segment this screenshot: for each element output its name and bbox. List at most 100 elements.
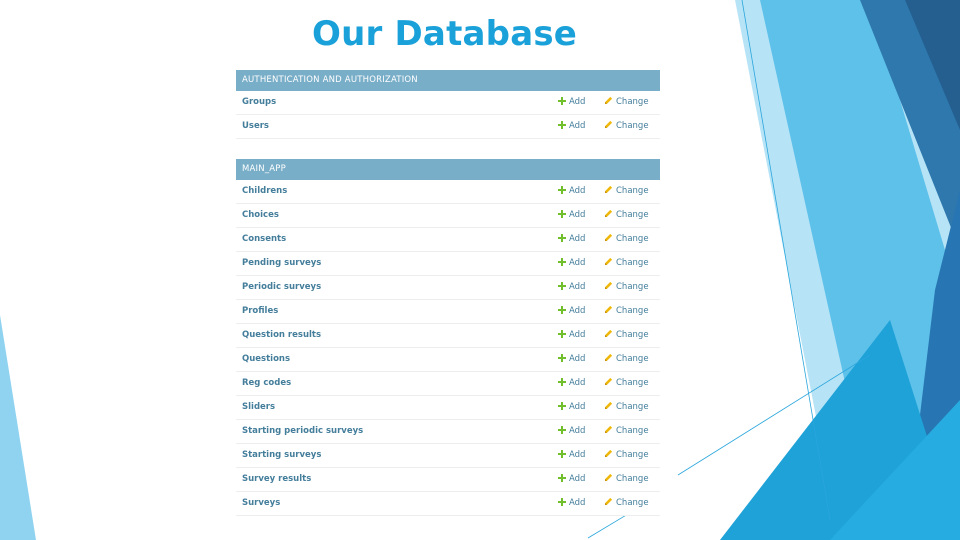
table-row: Choices Add Change (236, 204, 660, 228)
add-label: Add (569, 97, 586, 107)
model-link[interactable]: Consents (242, 228, 286, 251)
plus-icon (558, 186, 566, 194)
left-edge-shape (0, 315, 36, 540)
change-link[interactable]: Change (604, 180, 649, 203)
model-link[interactable]: Users (242, 115, 269, 138)
pencil-icon (604, 181, 613, 194)
add-link[interactable]: Add (558, 420, 585, 443)
add-label: Add (569, 306, 586, 316)
plus-icon (558, 378, 566, 386)
add-link[interactable]: Add (558, 444, 585, 467)
model-link[interactable]: Sliders (242, 396, 275, 419)
plus-icon (558, 258, 566, 266)
add-label: Add (569, 210, 586, 220)
table-row: Sliders Add Change (236, 396, 660, 420)
change-link[interactable]: Change (604, 372, 649, 395)
change-link[interactable]: Change (604, 91, 649, 114)
change-label: Change (616, 330, 649, 340)
add-link[interactable]: Add (558, 252, 585, 275)
change-link[interactable]: Change (604, 492, 649, 515)
pencil-icon (604, 301, 613, 314)
change-label: Change (616, 450, 649, 460)
admin-module: MAIN_APP Childrens Add Change Choices Add Chan… (236, 159, 660, 516)
pencil-icon (604, 92, 613, 105)
add-link[interactable]: Add (558, 348, 585, 371)
plus-icon (558, 450, 566, 458)
table-row: Starting surveys Add Change (236, 444, 660, 468)
change-link[interactable]: Change (604, 324, 649, 347)
model-link[interactable]: Choices (242, 204, 279, 227)
add-link[interactable]: Add (558, 468, 585, 491)
table-row: Survey results Add Change (236, 468, 660, 492)
model-link[interactable]: Starting surveys (242, 444, 321, 467)
change-link[interactable]: Change (604, 468, 649, 491)
model-link[interactable]: Question results (242, 324, 321, 347)
table-row: Profiles Add Change (236, 300, 660, 324)
model-link[interactable]: Surveys (242, 492, 280, 515)
change-label: Change (616, 426, 649, 436)
model-link[interactable]: Questions (242, 348, 290, 371)
change-label: Change (616, 354, 649, 364)
add-link[interactable]: Add (558, 324, 585, 347)
add-link[interactable]: Add (558, 180, 585, 203)
add-label: Add (569, 234, 586, 244)
change-link[interactable]: Change (604, 396, 649, 419)
plus-icon (558, 498, 566, 506)
model-link[interactable]: Starting periodic surveys (242, 420, 363, 443)
table-row: Consents Add Change (236, 228, 660, 252)
add-link[interactable]: Add (558, 396, 585, 419)
admin-module: AUTHENTICATION AND AUTHORIZATION Groups Ad… (236, 70, 660, 139)
change-link[interactable]: Change (604, 348, 649, 371)
add-link[interactable]: Add (558, 115, 585, 138)
pencil-icon (604, 397, 613, 410)
add-link[interactable]: Add (558, 91, 585, 114)
module-header[interactable]: MAIN_APP (236, 159, 660, 180)
add-link[interactable]: Add (558, 300, 585, 323)
add-label: Add (569, 186, 586, 196)
change-link[interactable]: Change (604, 252, 649, 275)
pencil-icon (604, 253, 613, 266)
change-link[interactable]: Change (604, 276, 649, 299)
plus-icon (558, 234, 566, 242)
change-link[interactable]: Change (604, 444, 649, 467)
add-label: Add (569, 402, 586, 412)
change-link[interactable]: Change (604, 228, 649, 251)
pencil-icon (604, 421, 613, 434)
change-label: Change (616, 282, 649, 292)
pencil-icon (604, 493, 613, 506)
model-link[interactable]: Pending surveys (242, 252, 321, 275)
add-label: Add (569, 498, 586, 508)
change-label: Change (616, 121, 649, 131)
model-link[interactable]: Childrens (242, 180, 287, 203)
add-link[interactable]: Add (558, 204, 585, 227)
pencil-icon (604, 445, 613, 458)
model-link[interactable]: Reg codes (242, 372, 291, 395)
table-row: Question results Add Change (236, 324, 660, 348)
change-link[interactable]: Change (604, 204, 649, 227)
module-header[interactable]: AUTHENTICATION AND AUTHORIZATION (236, 70, 660, 91)
pencil-icon (604, 229, 613, 242)
add-link[interactable]: Add (558, 492, 585, 515)
add-label: Add (569, 426, 586, 436)
table-row: Starting periodic surveys Add Change (236, 420, 660, 444)
model-link[interactable]: Profiles (242, 300, 278, 323)
model-link[interactable]: Periodic surveys (242, 276, 321, 299)
add-link[interactable]: Add (558, 372, 585, 395)
admin-app-list: AUTHENTICATION AND AUTHORIZATION Groups Ad… (236, 70, 660, 516)
add-label: Add (569, 282, 586, 292)
model-link[interactable]: Survey results (242, 468, 311, 491)
add-link[interactable]: Add (558, 228, 585, 251)
change-link[interactable]: Change (604, 115, 649, 138)
change-label: Change (616, 402, 649, 412)
change-link[interactable]: Change (604, 300, 649, 323)
plus-icon (558, 306, 566, 314)
plus-icon (558, 97, 566, 105)
change-link[interactable]: Change (604, 420, 649, 443)
add-label: Add (569, 378, 586, 388)
table-row: Groups Add Change (236, 91, 660, 115)
add-label: Add (569, 354, 586, 364)
model-link[interactable]: Groups (242, 91, 276, 114)
change-label: Change (616, 210, 649, 220)
change-label: Change (616, 234, 649, 244)
add-link[interactable]: Add (558, 276, 585, 299)
